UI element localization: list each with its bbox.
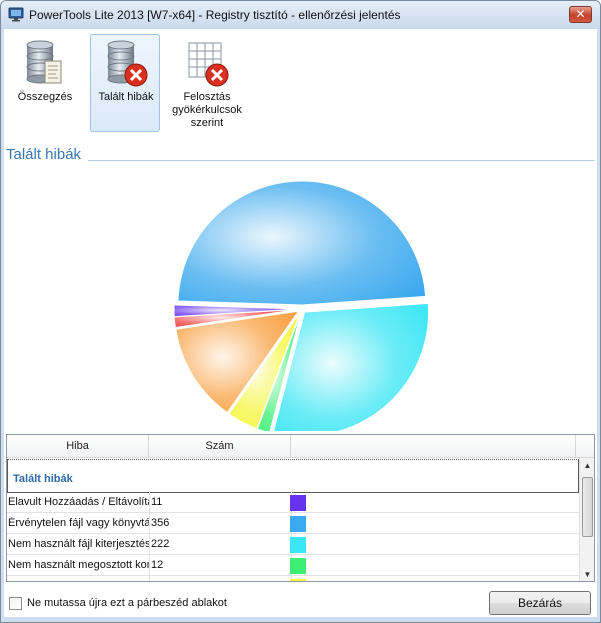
table-row[interactable]: Elavult Hozzáadás / Eltávolítás 11 — [7, 493, 579, 513]
window-close-button[interactable]: ✕ — [569, 6, 592, 23]
close-button[interactable]: Bezárás — [489, 591, 591, 615]
section-divider — [88, 160, 595, 161]
dialog-window: PowerTools Lite 2013 [W7-x64] - Registry… — [0, 0, 601, 623]
toolbar-errors-button[interactable]: Talált hibák — [90, 34, 160, 132]
table-row[interactable]: Elavult szoftver bejegyzés30 — [7, 577, 579, 581]
scroll-thumb[interactable] — [582, 477, 593, 537]
database-scroll-icon — [26, 40, 62, 84]
error-name-cell: Nem használt megosztott komponens — [8, 559, 149, 571]
error-name-cell: Nem használt fájl kiterjesztés — [8, 538, 149, 550]
group-label: Talált hibák — [13, 473, 73, 485]
color-swatch — [290, 537, 306, 553]
error-name-cell: Elavult Hozzáadás / Eltávolítás — [8, 496, 149, 508]
column-header-count[interactable]: Szám — [149, 435, 291, 458]
section-title: Talált hibák — [6, 146, 82, 163]
toolbar-summary-label: Összegzés — [17, 91, 73, 103]
dont-show-again-checkbox[interactable] — [9, 597, 22, 610]
color-swatch — [290, 516, 306, 532]
toolbar-rootkeys-button[interactable]: Felosztás gyökérkulcsok szerint — [171, 34, 242, 132]
scroll-down-arrow[interactable]: ▼ — [580, 567, 594, 581]
group-row[interactable]: Talált hibák — [7, 459, 579, 493]
column-header-color[interactable] — [291, 435, 576, 458]
dialog-client-area: Összegzés Talált hibák Felosztás gyökérk… — [4, 29, 597, 617]
color-swatch — [290, 579, 306, 581]
table-row[interactable]: Nem használt megosztott komponens12 — [7, 556, 579, 576]
error-name-cell: Elavult szoftver bejegyzés — [8, 580, 149, 581]
window-title: PowerTools Lite 2013 [W7-x64] - Registry… — [29, 8, 401, 22]
errors-pie-chart — [173, 180, 430, 431]
grid-scrollbar[interactable]: ▲ ▼ — [579, 458, 594, 581]
error-name-cell: Érvénytelen fájl vagy könyvtár — [8, 517, 149, 529]
monitor-icon — [8, 7, 24, 22]
column-header-error[interactable]: Hiba — [7, 435, 149, 458]
title-bar[interactable]: PowerTools Lite 2013 [W7-x64] - Registry… — [1, 1, 600, 29]
error-count-cell: 11 — [151, 496, 163, 508]
table-row[interactable]: Nem használt fájl kiterjesztés 222 — [7, 535, 579, 555]
error-count-cell: 356 — [151, 517, 170, 529]
color-swatch — [290, 495, 306, 511]
error-count-cell: 12 — [151, 559, 164, 571]
table-row[interactable]: Érvénytelen fájl vagy könyvtár 356 — [7, 514, 579, 534]
pie-slice-highlight — [177, 181, 426, 306]
toolbar-summary-button[interactable]: Összegzés — [9, 34, 79, 132]
errors-grid[interactable]: Hiba Szám Talált hibák Elavult Hozzáadás… — [6, 434, 595, 582]
toolbar-errors-label: Talált hibák — [98, 91, 154, 103]
color-swatch — [290, 558, 306, 574]
grid-error-icon — [188, 42, 229, 87]
toolbar-rootkeys-label: Felosztás gyökérkulcsok szerint — [172, 91, 242, 129]
scroll-up-arrow[interactable]: ▲ — [580, 458, 594, 473]
dont-show-again-label[interactable]: Ne mutassa újra ezt a párbeszéd ablakot — [27, 597, 227, 609]
error-count-cell: 30 — [151, 580, 163, 581]
error-count-cell: 222 — [151, 538, 170, 550]
database-error-icon — [107, 40, 148, 87]
grid-header: Hiba Szám — [7, 435, 594, 458]
